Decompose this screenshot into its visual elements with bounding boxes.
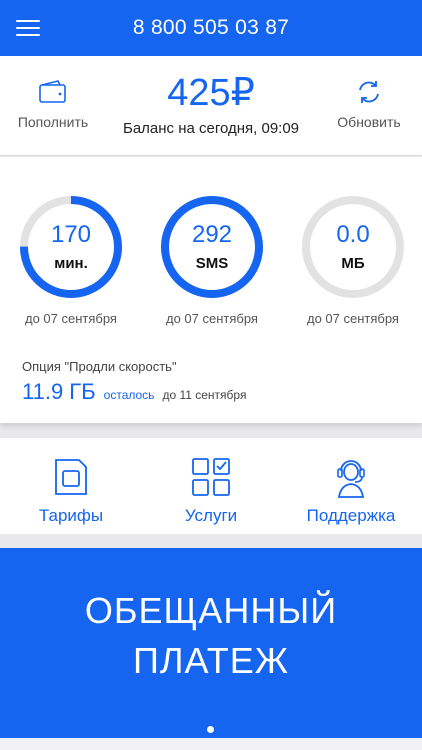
minutes-date: до 07 сентября xyxy=(25,311,117,326)
data-unit: МБ xyxy=(341,255,365,272)
nav-services[interactable]: Услуги xyxy=(146,456,276,526)
support-headset-icon xyxy=(286,456,416,498)
sim-card-icon xyxy=(6,456,136,498)
balance-note: Баланс на сегодня, 09:09 xyxy=(122,120,300,137)
refresh-label: Обновить xyxy=(337,114,401,130)
refresh-button[interactable]: Обновить xyxy=(324,76,414,130)
sms-unit: SMS xyxy=(195,255,229,272)
minutes-value: 170 xyxy=(50,221,92,248)
option-amount: 11.9 ГБ xyxy=(22,379,96,404)
nav-tariffs[interactable]: Тарифы xyxy=(6,456,136,526)
data-value: 0.0 xyxy=(336,221,370,248)
wallet-icon xyxy=(8,76,98,108)
data-date: до 07 сентября xyxy=(307,311,399,326)
minutes-unit: мин. xyxy=(54,255,88,272)
sms-date: до 07 сентября xyxy=(166,311,258,326)
bottom-strip xyxy=(0,738,422,750)
phone-number: 8 800 505 03 87 xyxy=(132,16,290,39)
balance-card: Пополнить 425₽ Баланс на сегодня, 09:09 … xyxy=(0,56,422,156)
nav-services-label: Услуги xyxy=(184,506,238,525)
banner-title-line1: ОБЕЩАННЫЙ xyxy=(84,590,338,631)
topup-label: Пополнить xyxy=(17,114,89,130)
carousel-dot[interactable] xyxy=(207,726,214,733)
data-gauge[interactable]: 0.0 МБ xyxy=(301,195,405,299)
minutes-gauge[interactable]: 170 мин. xyxy=(19,195,123,299)
nav-tariffs-label: Тарифы xyxy=(38,506,104,525)
option-until: до 11 сентября xyxy=(162,388,247,402)
nav-support-label: Поддержка xyxy=(306,506,396,525)
sms-gauge[interactable]: 292 SMS xyxy=(160,195,264,299)
sms-value: 292 xyxy=(191,221,233,248)
banner-title-line2: ПЛАТЕЖ xyxy=(133,640,289,681)
nav-support[interactable]: Поддержка xyxy=(286,456,416,526)
topup-button[interactable]: Пополнить xyxy=(8,76,98,130)
balance-amount: 425₽ xyxy=(167,72,255,114)
nav-card: Тарифы Услуги Поддержка xyxy=(0,438,422,534)
option-left-label: осталось xyxy=(103,388,155,402)
refresh-icon xyxy=(324,76,414,108)
option-row: 11.9 ГБ осталось до 11 сентября xyxy=(22,379,246,405)
services-grid-icon xyxy=(146,456,276,498)
option-title: Опция "Продли скорость" xyxy=(22,359,177,374)
usage-card: 170 мин. до 07 сентября 292 SMS до 07 се… xyxy=(0,157,422,423)
promised-payment-banner[interactable]: ОБЕЩАННЫЙ ПЛАТЕЖ xyxy=(0,548,422,738)
app-header: 8 800 505 03 87 xyxy=(0,0,422,56)
